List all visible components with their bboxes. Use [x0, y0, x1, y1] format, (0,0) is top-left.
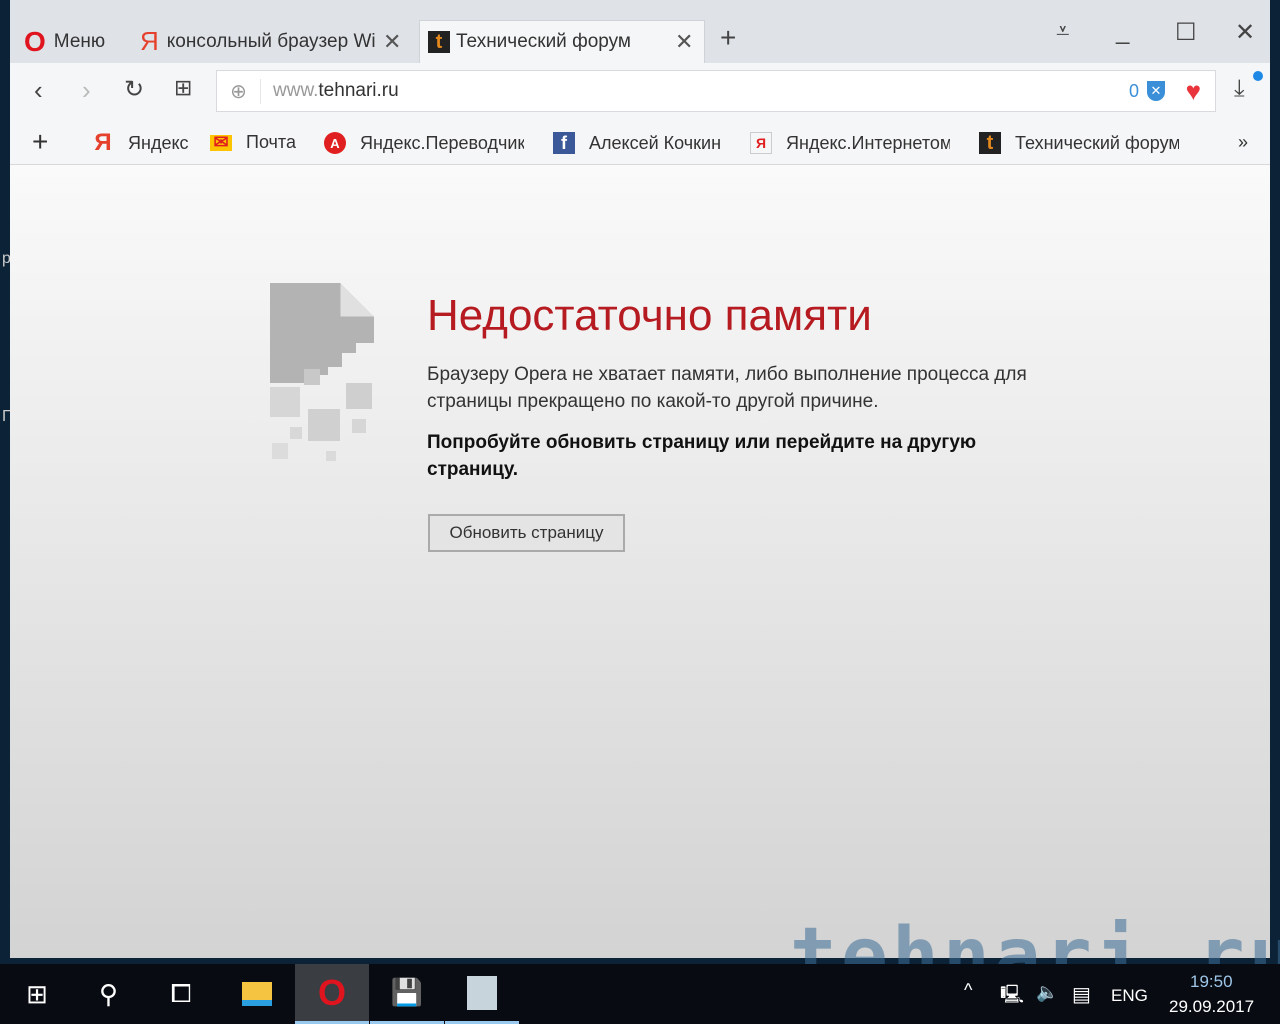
toolbar: ‹ › ↻ ⊞ ⊕ www.tehnari.ru 0 ✕ ♥ ⤓: [10, 63, 1270, 120]
close-tab-icon[interactable]: ✕: [675, 29, 693, 55]
opera-logo-icon: O: [24, 25, 46, 57]
tab-tehnari[interactable]: t Технический форум ✕: [419, 20, 705, 63]
tab-bar: O Меню Я консольный браузер Win ✕ t Техн…: [10, 0, 1270, 63]
bookmark-yandex-internetometr[interactable]: Я Яндекс.Интернетом: [750, 132, 950, 154]
heart-icon[interactable]: ♥: [1186, 76, 1201, 107]
bookmark-label: Технический форум: [1015, 132, 1179, 153]
url-domain: tehnari.ru: [318, 80, 399, 101]
globe-icon: ⊕: [217, 78, 261, 104]
bookmark-label: Почта: [246, 132, 296, 152]
forward-button[interactable]: ›: [82, 75, 91, 106]
bookmark-translator[interactable]: A Яндекс.Переводчик: [324, 132, 524, 154]
opera-taskbar-button[interactable]: O: [295, 964, 369, 1024]
app-icon: [467, 975, 497, 1010]
task-view-button[interactable]: ⧠: [144, 964, 218, 1024]
folder-icon: [242, 982, 272, 1006]
search-button[interactable]: ⚲: [72, 964, 146, 1024]
url-text[interactable]: www.tehnari.ru: [273, 80, 399, 102]
language-indicator[interactable]: ENG: [1111, 986, 1148, 1006]
bookmark-facebook[interactable]: f Алексей Кочкин: [553, 132, 721, 154]
bookmark-yandex[interactable]: Я Яндекс: [92, 129, 189, 156]
adblock-count: 0: [1128, 80, 1139, 101]
task-view-icon: ⧠: [170, 978, 192, 1008]
yandex-icon: Я: [750, 132, 772, 154]
tab-label: консольный браузер Win: [166, 30, 375, 52]
network-icon[interactable]: 🖳: [1000, 982, 1024, 1012]
start-button[interactable]: ⊞: [0, 964, 74, 1024]
floppy-icon: 💾: [390, 977, 424, 1007]
maximize-button[interactable]: ☐: [1175, 18, 1197, 47]
bookmark-label: Яндекс: [128, 132, 189, 153]
app-button[interactable]: [445, 964, 519, 1024]
tab-yandex[interactable]: Я консольный браузер Win ✕: [140, 20, 410, 63]
bookmarks-bar: + Я Яндекс ✉ Почта A Яндекс.Переводчик f Але…: [10, 120, 1270, 165]
translator-icon: A: [324, 132, 346, 154]
address-bar[interactable]: ⊕ www.tehnari.ru 0 ✕ ♥: [216, 70, 1216, 112]
bookmark-tehnari[interactable]: t Технический форум: [979, 132, 1179, 154]
close-tab-icon[interactable]: ✕: [383, 29, 401, 55]
error-description: Браузеру Opera не хватает памяти, либо в…: [427, 364, 1027, 412]
yandex-icon: Я: [94, 129, 112, 156]
bookmark-mail[interactable]: ✉ Почта: [210, 132, 296, 153]
error-hint: Попробуйте обновить страницу или перейди…: [427, 432, 977, 480]
browser-window: O Меню Я консольный браузер Win ✕ t Техн…: [10, 0, 1270, 958]
yandex-icon: Я: [140, 26, 159, 56]
tehnari-favicon-icon: t: [428, 31, 450, 53]
opera-menu-button[interactable]: O Меню: [24, 20, 105, 63]
tab-label: Технический форум: [456, 31, 631, 52]
reload-page-button[interactable]: Обновить страницу: [428, 514, 625, 552]
new-tab-button[interactable]: +: [720, 22, 736, 54]
error-title: Недостаточно памяти: [427, 291, 872, 340]
menu-label: Меню: [53, 30, 106, 52]
adblock-shield-icon[interactable]: ✕: [1147, 81, 1165, 101]
bookmark-label: Яндекс.Интернетом: [786, 132, 950, 153]
bookmark-label: Яндекс.Переводчик: [360, 132, 524, 153]
windows-icon: ⊞: [26, 978, 48, 1009]
save-app-button[interactable]: 💾: [370, 964, 444, 1024]
downloads-icon[interactable]: ⤓: [1234, 75, 1245, 103]
error-page: Недостаточно памяти Браузеру Opera не хв…: [10, 165, 1270, 958]
broken-file-icon: [270, 283, 374, 461]
bookmark-label: Алексей Кочкин: [589, 132, 722, 153]
opera-icon: O: [317, 971, 346, 1013]
back-button[interactable]: ‹: [34, 75, 43, 106]
show-hidden-icons[interactable]: ^: [964, 980, 972, 1001]
speed-dial-icon[interactable]: ⊞: [174, 75, 192, 101]
clock-date[interactable]: 29.09.2017: [1169, 997, 1254, 1017]
file-explorer-button[interactable]: [220, 964, 294, 1024]
notification-dot: [1253, 71, 1263, 81]
tab-menu-icon[interactable]: ⩡: [1056, 18, 1070, 46]
add-bookmark-button[interactable]: +: [32, 126, 48, 158]
minimize-button[interactable]: _: [1116, 18, 1129, 46]
facebook-icon: f: [553, 132, 575, 154]
taskbar: ⊞ ⚲ ⧠ O 💾 ^ 🖳 🔈 ▤ ENG 19:50 29.09.2017: [0, 964, 1280, 1024]
notifications-icon[interactable]: ▤: [1072, 982, 1091, 1007]
search-icon: ⚲: [99, 978, 119, 1009]
reload-icon[interactable]: ↻: [124, 75, 144, 104]
tehnari-favicon-icon: t: [979, 132, 1001, 154]
mail-icon: ✉: [210, 132, 232, 152]
url-prefix: www.: [273, 80, 319, 101]
volume-icon[interactable]: 🔈: [1036, 982, 1058, 1003]
more-bookmarks-icon[interactable]: »: [1238, 132, 1248, 153]
clock-time[interactable]: 19:50: [1190, 972, 1233, 992]
close-window-button[interactable]: ✕: [1235, 18, 1255, 47]
